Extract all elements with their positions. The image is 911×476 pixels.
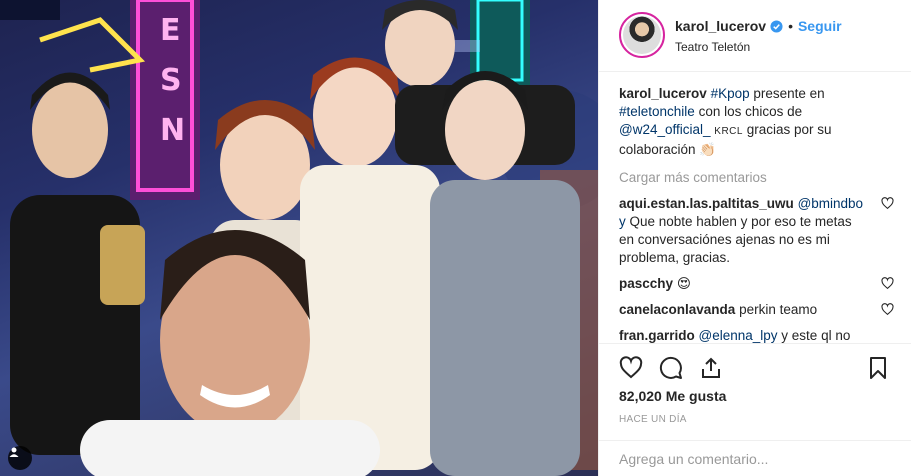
share-icon[interactable] xyxy=(699,356,723,380)
comment-item: canelaconlavanda perkin teamo xyxy=(619,301,894,319)
comment-item: pascchy 😍 xyxy=(619,275,894,293)
comment-text: 😍 xyxy=(676,276,691,291)
post-timestamp[interactable]: HACE UN DÍA xyxy=(619,414,687,425)
location-link[interactable]: Teatro Teletón xyxy=(675,40,750,54)
load-more-comments[interactable]: Cargar más comentarios xyxy=(619,169,894,187)
comment-text: Que nobte hablen y por eso te metas en c… xyxy=(619,214,852,265)
verified-badge-icon xyxy=(770,19,783,33)
comment-text: perkin teamo xyxy=(739,302,818,317)
bookmark-icon[interactable] xyxy=(866,356,890,380)
hashtag-kpop[interactable]: #Kpop xyxy=(711,86,750,101)
comment-item: aqui.estan.las.paltitas_uwu @bmindbo y Q… xyxy=(619,195,894,267)
comment-like-heart-icon[interactable] xyxy=(881,303,894,316)
comment-username[interactable]: aqui.estan.las.paltitas_uwu xyxy=(619,196,794,211)
header-separator: • xyxy=(788,18,793,34)
svg-text:S: S xyxy=(160,63,182,98)
post-photo[interactable]: E S N xyxy=(0,0,598,476)
hashtag-teletonchile[interactable]: #teletonchile xyxy=(619,104,695,119)
add-comment-section xyxy=(599,440,911,476)
action-bar xyxy=(599,343,911,388)
comment-input[interactable] xyxy=(619,451,889,467)
mention-w24[interactable]: @w24_official_ xyxy=(619,122,711,137)
caption-text-2: con los chicos de xyxy=(694,104,803,119)
caption-text-1: presente en xyxy=(749,86,825,101)
likes-count[interactable]: 82,020 Me gusta xyxy=(619,388,726,404)
header-username[interactable]: karol_lucerov xyxy=(675,18,766,34)
post-caption: karol_lucerov #Kpop presente en #teleton… xyxy=(619,85,894,159)
caption-krcl: KRCL xyxy=(714,126,743,137)
comment-like-heart-icon[interactable] xyxy=(881,277,894,290)
svg-text:N: N xyxy=(160,113,185,148)
person-tag-icon[interactable] xyxy=(8,446,32,470)
comment-like-heart-icon[interactable] xyxy=(881,197,894,210)
clap-emoji: 👏🏻 xyxy=(699,142,717,157)
comment-username[interactable]: pascchy xyxy=(619,276,673,291)
comments-list: karol_lucerov #Kpop presente en #teleton… xyxy=(619,85,894,345)
svg-text:E: E xyxy=(160,13,181,48)
comment-username[interactable]: canelaconlavanda xyxy=(619,302,735,317)
avatar[interactable] xyxy=(619,12,665,58)
caption-username[interactable]: karol_lucerov xyxy=(619,86,707,101)
post-photo-illustration: E S N xyxy=(0,0,598,476)
post-sidebar: karol_lucerov • Seguir Teatro Teletón ka… xyxy=(598,0,911,476)
comment-mention[interactable]: @elenna_lpy xyxy=(699,328,778,343)
heart-icon[interactable] xyxy=(619,356,643,380)
comment-username[interactable]: fran.garrido xyxy=(619,328,695,343)
post-header: karol_lucerov • Seguir Teatro Teletón xyxy=(599,0,911,72)
comment-icon[interactable] xyxy=(659,356,683,380)
follow-button[interactable]: Seguir xyxy=(798,18,842,34)
